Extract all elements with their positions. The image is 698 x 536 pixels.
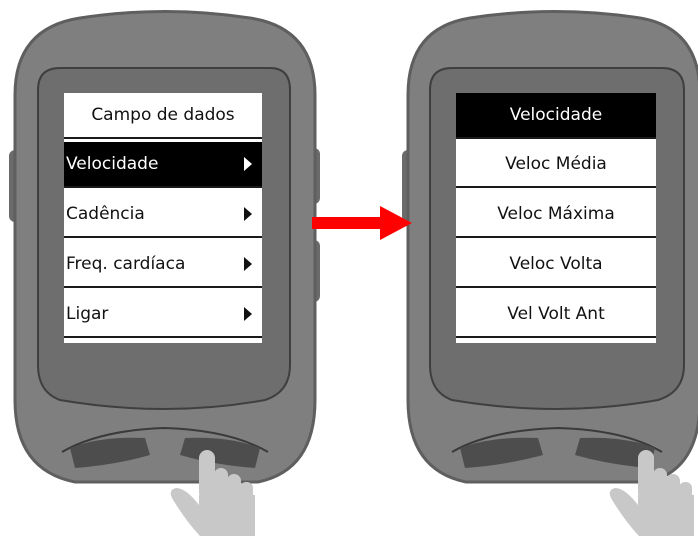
- menu-item-label: Ligar: [66, 304, 109, 324]
- menu-header: Campo de dados: [64, 93, 262, 139]
- menu-item-label: Velocidade: [66, 154, 159, 174]
- field-option-label: Velocidade: [509, 105, 603, 125]
- chevron-right-icon: [244, 207, 252, 221]
- right-screen: Velocidade Veloc Média Veloc Máxima Velo…: [456, 93, 656, 343]
- field-option-label: Veloc Máxima: [497, 204, 615, 224]
- field-option-veloc-media[interactable]: Veloc Média: [456, 142, 656, 188]
- field-option-velocidade[interactable]: Velocidade: [456, 93, 656, 139]
- chevron-right-icon: [244, 157, 252, 171]
- field-option-vel-volt-ant[interactable]: Vel Volt Ant: [456, 292, 656, 338]
- menu-item-label: Cadência: [66, 204, 145, 224]
- menu-item-velocidade[interactable]: Velocidade: [64, 142, 262, 188]
- field-option-label: Veloc Volta: [509, 254, 603, 274]
- field-option-label: Veloc Média: [505, 154, 607, 174]
- menu-item-ligar[interactable]: Ligar: [64, 292, 262, 338]
- chevron-right-icon: [244, 307, 252, 321]
- field-option-veloc-volta[interactable]: Veloc Volta: [456, 242, 656, 288]
- menu-item-label: Freq. cardíaca: [66, 254, 186, 274]
- red-arrow-icon: [312, 206, 412, 240]
- field-option-label: Vel Volt Ant: [507, 304, 605, 324]
- menu-header-label: Campo de dados: [91, 105, 235, 125]
- chevron-right-icon: [244, 257, 252, 271]
- menu-item-cadencia[interactable]: Cadência: [64, 192, 262, 238]
- left-screen: Campo de dados Velocidade Cadência Freq.…: [64, 93, 262, 343]
- menu-item-freq-cardiaca[interactable]: Freq. cardíaca: [64, 242, 262, 288]
- field-option-veloc-maxima[interactable]: Veloc Máxima: [456, 192, 656, 238]
